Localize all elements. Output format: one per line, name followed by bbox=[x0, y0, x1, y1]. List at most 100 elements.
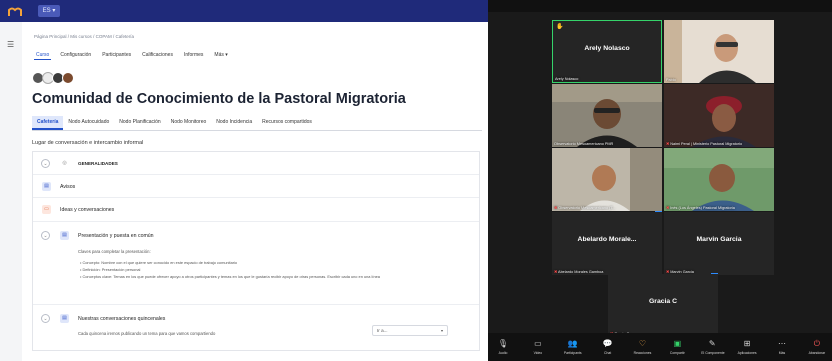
video-button[interactable]: ▭ Video bbox=[527, 333, 549, 361]
apps-button[interactable]: ⊞ Aplicaciones bbox=[736, 333, 758, 361]
activity-title[interactable]: Avisos bbox=[60, 184, 75, 190]
breadcrumb-item[interactable]: COPAM bbox=[92, 34, 112, 39]
participant-caption: ✖ Naimi Peral | Ministerio Pastoral Migr… bbox=[666, 142, 743, 146]
tab-mas[interactable]: Más ▾ bbox=[212, 51, 229, 60]
moodle-logo-icon[interactable] bbox=[8, 5, 22, 17]
leave-button[interactable]: ⏻ Abandonar bbox=[806, 333, 828, 361]
microphone-icon: 🎙 bbox=[497, 339, 509, 348]
breadcrumb-item[interactable]: Mis cursos bbox=[67, 34, 92, 39]
section-description: Cada quincena iremos publicando un tema … bbox=[78, 331, 216, 336]
participant-caption: Pablo bbox=[666, 78, 676, 82]
participant-name: Gracia C bbox=[649, 298, 677, 305]
tab-nodo-planificacion[interactable]: Nodo Planificación bbox=[114, 116, 165, 130]
section-title[interactable]: Nuestras conversaciones quincenales bbox=[78, 316, 165, 322]
forum-icon: ▤ bbox=[42, 182, 51, 191]
audio-button[interactable]: 🎙 Audio bbox=[492, 333, 514, 361]
collapse-chevron-icon[interactable]: ⌄ bbox=[41, 159, 50, 168]
camera-icon: ▭ bbox=[534, 339, 542, 348]
tab-curso[interactable]: Curso bbox=[34, 51, 52, 60]
participant-tile[interactable]: Abelardo Morale... ✖ Abelardo Morales Ga… bbox=[552, 212, 662, 275]
tab-nodo-autocuidado[interactable]: Nodo Autocuidado bbox=[63, 116, 114, 130]
section-title[interactable]: Presentación y puesta en común bbox=[78, 233, 154, 239]
jump-to-select[interactable]: Ir a... ▾ bbox=[372, 325, 448, 336]
course-page: Página PrincipalMis cursosCOPAMCafetería… bbox=[22, 22, 488, 361]
chat-button[interactable]: 💬 Chat bbox=[597, 333, 619, 361]
course-nav: Curso Configuración Participantes Califi… bbox=[34, 51, 230, 60]
participant-tile[interactable]: ✖ Observatorio Mesoamericano (T... bbox=[552, 148, 662, 211]
participant-name: Arely Nolasco bbox=[584, 45, 630, 52]
breadcrumb-item: Cafetería bbox=[112, 34, 134, 39]
share-button[interactable]: ▣ Compartir bbox=[666, 333, 688, 361]
participant-tile[interactable]: ✋ Arely Nolasco Arely Nolasco bbox=[552, 20, 662, 83]
tab-informes[interactable]: Informes bbox=[182, 51, 205, 60]
tab-calificaciones[interactable]: Calificaciones bbox=[140, 51, 175, 60]
participant-caption: ✖ Observatorio Mesoamericano (T... bbox=[554, 206, 616, 210]
bullet-item: Concepto: Nombre con el que quiere ser c… bbox=[80, 260, 237, 265]
tab-recursos-compartidos[interactable]: Recursos compartidos bbox=[257, 116, 317, 130]
video-feed bbox=[552, 84, 662, 147]
collapse-chevron-icon[interactable]: ⌄ bbox=[41, 231, 50, 240]
section-description: Lugar de conversación e intercambio info… bbox=[32, 140, 144, 146]
section-intro: Claves para completar la presentación: bbox=[78, 249, 151, 254]
zoom-titlebar bbox=[488, 0, 832, 12]
reactions-button[interactable]: ♡ Reacciones bbox=[632, 333, 654, 361]
participant-tile[interactable]: Gracia C ✖ Gracia C bbox=[608, 274, 718, 337]
bullet-item: Conceptos clave: Temas en los que puede … bbox=[80, 274, 380, 279]
video-feed bbox=[664, 84, 774, 147]
participant-caption: Observatorio Mesoamericano PMR bbox=[554, 142, 614, 146]
course-avatars bbox=[32, 72, 74, 84]
zoom-control-bar: 🎙 Audio ▭ Video 👥 Participants 💬 Chat ♡ Reacc… bbox=[488, 333, 832, 361]
forum-icon: ▤ bbox=[60, 314, 69, 323]
moodle-topbar: ES ▾ bbox=[0, 0, 488, 22]
heart-icon: ♡ bbox=[638, 339, 647, 348]
participants-button[interactable]: 👥 Participants bbox=[562, 333, 584, 361]
language-menu[interactable]: ES ▾ bbox=[38, 5, 60, 17]
participant-tile[interactable]: Marvin Garcia ✖ Marvin Garcia bbox=[664, 212, 774, 275]
section-title[interactable]: GENERALIDADES bbox=[78, 161, 118, 166]
video-feed bbox=[664, 20, 774, 83]
breadcrumb-item[interactable]: Página Principal bbox=[34, 34, 67, 39]
course-section-tabs: Cafetería Nodo Autocuidado Nodo Planific… bbox=[32, 116, 482, 131]
tab-nodo-incidencia[interactable]: Nodo Incidencia bbox=[211, 116, 257, 130]
tab-participantes[interactable]: Participantes bbox=[100, 51, 133, 60]
participant-name: Abelardo Morale... bbox=[577, 236, 637, 243]
leave-icon: ⏻ bbox=[813, 339, 821, 348]
collapse-icon: ◎ bbox=[62, 160, 67, 166]
participant-tile[interactable]: ✖ Inés (Los Ángeles) Pastoral Migratoria bbox=[664, 148, 774, 211]
participant-tile[interactable]: ✖ Naimi Peral | Ministerio Pastoral Migr… bbox=[664, 84, 774, 147]
course-sections: ⌄ ◎ GENERALIDADES ▤ Avisos ▭ Ideas y con… bbox=[32, 151, 480, 351]
pencil-icon: ✎ bbox=[708, 339, 716, 348]
chevron-down-icon: ▾ bbox=[440, 328, 443, 333]
component-button[interactable]: ✎ El Componente bbox=[701, 333, 724, 361]
share-screen-icon: ▣ bbox=[673, 339, 682, 348]
section-generalidades: ⌄ ◎ GENERALIDADES bbox=[33, 152, 479, 175]
tab-configuracion[interactable]: Configuración bbox=[58, 51, 93, 60]
avatar bbox=[62, 72, 74, 84]
section-presentacion: ⌄ ▤ Presentación y puesta en común Clave… bbox=[33, 222, 479, 305]
activity-ideas: ▭ Ideas y conversaciones bbox=[33, 198, 479, 222]
forum-icon: ▤ bbox=[60, 231, 69, 240]
video-feed bbox=[664, 148, 774, 211]
sidebar: ☰ bbox=[0, 22, 22, 361]
tab-nodo-monitoreo[interactable]: Nodo Monitoreo bbox=[166, 116, 212, 130]
breadcrumb: Página PrincipalMis cursosCOPAMCafetería bbox=[34, 34, 134, 39]
zoom-meeting-window: ✋ Arely Nolasco Arely Nolasco Pablo Obse… bbox=[488, 0, 832, 361]
drawer-toggle-icon[interactable]: ☰ bbox=[7, 40, 14, 49]
participant-caption: Arely Nolasco bbox=[555, 77, 579, 81]
collapse-chevron-icon[interactable]: ⌄ bbox=[41, 314, 50, 323]
bullet-item: Definición: Presentación personal bbox=[80, 267, 140, 272]
participant-tile[interactable]: Pablo bbox=[664, 20, 774, 83]
activity-title[interactable]: Ideas y conversaciones bbox=[60, 207, 114, 213]
tab-cafeteria[interactable]: Cafetería bbox=[32, 116, 64, 130]
raised-hand-icon: ✋ bbox=[556, 24, 564, 30]
people-icon: 👥 bbox=[567, 339, 578, 348]
activity-avisos: ▤ Avisos bbox=[33, 175, 479, 198]
participant-caption: ✖ Abelardo Morales Gamboa bbox=[554, 270, 604, 274]
chat-icon: 💬 bbox=[602, 339, 613, 348]
video-feed bbox=[552, 148, 662, 211]
participant-tile[interactable]: Observatorio Mesoamericano PMR bbox=[552, 84, 662, 147]
select-value: Ir a... bbox=[377, 328, 388, 333]
participant-name: Marvin Garcia bbox=[696, 236, 742, 243]
page-title: Comunidad de Conocimiento de la Pastoral… bbox=[32, 91, 406, 107]
more-button[interactable]: ⋯ Más bbox=[771, 333, 793, 361]
